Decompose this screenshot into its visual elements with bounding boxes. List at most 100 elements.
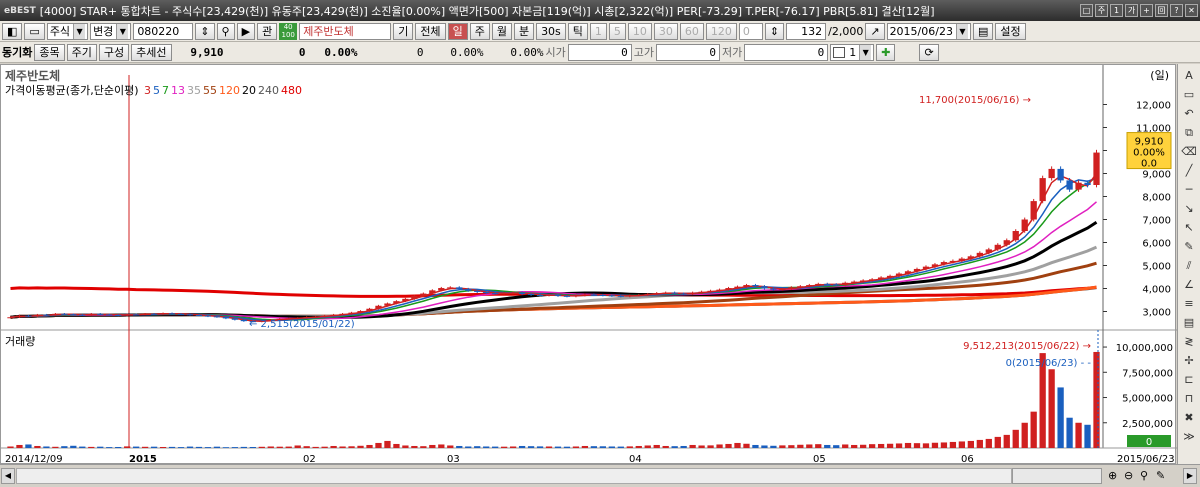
period-minute-button[interactable]: 분 bbox=[513, 22, 535, 40]
arrow-tool-icon[interactable]: ↘ bbox=[1181, 201, 1197, 217]
grid-tool-icon[interactable]: ▤ bbox=[1181, 315, 1197, 331]
period-month-button[interactable]: 월 bbox=[491, 22, 512, 40]
date-select[interactable]: 2015/06/23 ▼ bbox=[886, 22, 971, 40]
zigzag-tool-icon[interactable]: ≷ bbox=[1181, 334, 1197, 350]
more-tools-icon[interactable]: ≫ bbox=[1181, 429, 1197, 445]
interval-10-button[interactable]: 10 bbox=[627, 22, 652, 40]
cross-tool-icon[interactable]: ✢ bbox=[1181, 353, 1197, 369]
pen-tool-icon[interactable]: ✎ bbox=[1181, 239, 1197, 255]
ma-period-7[interactable]: 7 bbox=[162, 84, 169, 97]
volume-panel-title[interactable]: 거래량 bbox=[5, 333, 35, 349]
add-icon[interactable]: ✚ bbox=[876, 43, 896, 61]
volume-bar bbox=[375, 442, 382, 448]
window-one-button[interactable]: 1 bbox=[1110, 4, 1123, 17]
ma-period-35[interactable]: 35 bbox=[187, 84, 201, 97]
rectangle-tool-icon[interactable]: ▭ bbox=[1181, 87, 1197, 103]
window-layout-button[interactable]: 回 bbox=[1155, 4, 1168, 17]
ma-legend-title[interactable]: 가격이동평균(종가,단순이평) bbox=[5, 84, 139, 97]
related-button[interactable]: 관 bbox=[257, 22, 278, 40]
tab-period[interactable]: 주기 bbox=[66, 43, 97, 61]
calendar-icon[interactable]: ▤ bbox=[972, 22, 994, 40]
candle-body bbox=[842, 282, 849, 286]
interval-120-button[interactable]: 120 bbox=[705, 22, 737, 40]
window-add-button[interactable]: + bbox=[1140, 4, 1153, 17]
volume-current-annotation: 0(2015/06/23) - - bbox=[1006, 358, 1092, 369]
all-button[interactable]: 전체 bbox=[415, 22, 446, 40]
ma-period-480[interactable]: 480 bbox=[281, 84, 302, 97]
close-button[interactable]: ✕ bbox=[1185, 4, 1198, 17]
scroll-right-icon[interactable]: ▶ bbox=[1183, 468, 1197, 484]
text-tool-icon[interactable]: A bbox=[1181, 68, 1197, 84]
gi-button[interactable]: 기 bbox=[393, 22, 414, 40]
wrench-icon[interactable]: ✎ bbox=[1156, 469, 1165, 482]
interval-30-button[interactable]: 30 bbox=[653, 22, 678, 40]
period-30s-button[interactable]: 30s bbox=[536, 22, 566, 40]
chart-area[interactable]: 12,00011,00010,0009,0008,0007,0006,0005,… bbox=[0, 64, 1177, 465]
ma-period-3[interactable]: 3 bbox=[144, 84, 151, 97]
play-icon[interactable]: ▶ bbox=[236, 22, 256, 40]
scroll-thumb[interactable] bbox=[1012, 468, 1102, 484]
window-stock-button[interactable]: 주 bbox=[1095, 4, 1108, 17]
spin-icon[interactable]: ⇕ bbox=[764, 22, 785, 40]
candle-body bbox=[734, 286, 741, 289]
panel-toggle-icon[interactable]: ◧ bbox=[2, 22, 23, 40]
horizontal-scrollbar[interactable]: ◀ ⊕ ⊖ ⚲ ✎ ▶ bbox=[0, 464, 1200, 487]
interval-input[interactable]: 0 bbox=[738, 22, 763, 40]
channel-tool-icon[interactable]: ⫽ bbox=[1181, 258, 1197, 274]
cycle-tool-icon[interactable]: ⊓ bbox=[1181, 391, 1197, 407]
tab-stock[interactable]: 종목 bbox=[34, 43, 65, 61]
tab-compose[interactable]: 구성 bbox=[98, 43, 130, 61]
zoom-tool-icon[interactable]: ⚲ bbox=[1140, 469, 1148, 482]
refresh-icon[interactable]: ⟳ bbox=[919, 43, 939, 61]
change-select[interactable]: 변경 ▼ bbox=[90, 22, 132, 40]
volume-rate: 0.00% bbox=[450, 45, 484, 59]
period-tick-button[interactable]: 틱 bbox=[567, 22, 588, 40]
fibonacci-tool-icon[interactable]: ≡ bbox=[1181, 296, 1197, 312]
zoom-out-icon[interactable]: ⊖ bbox=[1124, 469, 1133, 482]
market-select[interactable]: 주식 ▼ bbox=[46, 22, 89, 40]
view-count-input[interactable]: 132 bbox=[786, 22, 827, 40]
trend-icon[interactable]: ↗ bbox=[865, 22, 885, 40]
spin-updown-icon[interactable]: ⇕ bbox=[195, 22, 215, 40]
horizontal-line-icon[interactable]: ─ bbox=[1181, 182, 1197, 198]
candle-body bbox=[330, 314, 337, 316]
window-icon[interactable]: ▭ bbox=[24, 22, 45, 40]
candle-body bbox=[141, 313, 149, 315]
sync-label[interactable]: 동기화 bbox=[2, 44, 32, 60]
eraser-icon[interactable]: ⌫ bbox=[1181, 144, 1197, 160]
line-tool-icon[interactable]: ╱ bbox=[1181, 163, 1197, 179]
window-option-button[interactable]: □ bbox=[1080, 4, 1093, 17]
interval-60-button[interactable]: 60 bbox=[679, 22, 704, 40]
ma-period-240[interactable]: 240 bbox=[258, 84, 279, 97]
zoom-in-icon[interactable]: ⊕ bbox=[1108, 469, 1117, 482]
ma-period-5[interactable]: 5 bbox=[153, 84, 160, 97]
copy-icon[interactable]: ⧉ bbox=[1181, 125, 1197, 141]
delete-tool-icon[interactable]: ✖ bbox=[1181, 410, 1197, 426]
bracket-tool-icon[interactable]: ⊏ bbox=[1181, 372, 1197, 388]
search-icon[interactable]: ⚲ bbox=[216, 22, 235, 40]
tab-trendline[interactable]: 추세선 bbox=[131, 43, 172, 61]
ma-period-55[interactable]: 55 bbox=[203, 84, 217, 97]
angle-tool-icon[interactable]: ∠ bbox=[1181, 277, 1197, 293]
scroll-left-icon[interactable]: ◀ bbox=[1, 468, 15, 484]
period-day-button[interactable]: 일 bbox=[447, 22, 468, 40]
ma-period-120[interactable]: 120 bbox=[219, 84, 240, 97]
ma-period-20[interactable]: 20 bbox=[242, 84, 256, 97]
ma-legend[interactable]: 가격이동평균(종가,단순이평) 3 5 7 13 35 55 120 20 240 480 bbox=[5, 82, 306, 98]
window-price-button[interactable]: 가 bbox=[1125, 4, 1138, 17]
settings-button[interactable]: 설정 bbox=[995, 22, 1026, 40]
price-tick-label: 9,000 bbox=[1142, 170, 1171, 181]
help-button[interactable]: ? bbox=[1170, 4, 1183, 17]
interval-5-button[interactable]: 5 bbox=[608, 22, 626, 40]
undo-icon[interactable]: ↶ bbox=[1181, 106, 1197, 122]
count-select[interactable]: 1 ▼ bbox=[830, 43, 875, 61]
badge-40-100[interactable]: 40 100 bbox=[279, 22, 298, 40]
interval-1-button[interactable]: 1 bbox=[589, 22, 607, 40]
ma-period-13[interactable]: 13 bbox=[171, 84, 185, 97]
ray-tool-icon[interactable]: ↖ bbox=[1181, 220, 1197, 236]
period-week-button[interactable]: 주 bbox=[469, 22, 490, 40]
candle-body bbox=[420, 293, 427, 296]
scroll-track[interactable] bbox=[16, 468, 1012, 484]
stock-code-input[interactable]: 080220 bbox=[133, 22, 194, 40]
price-volume-chart[interactable]: 12,00011,00010,0009,0008,0007,0006,0005,… bbox=[1, 65, 1177, 465]
